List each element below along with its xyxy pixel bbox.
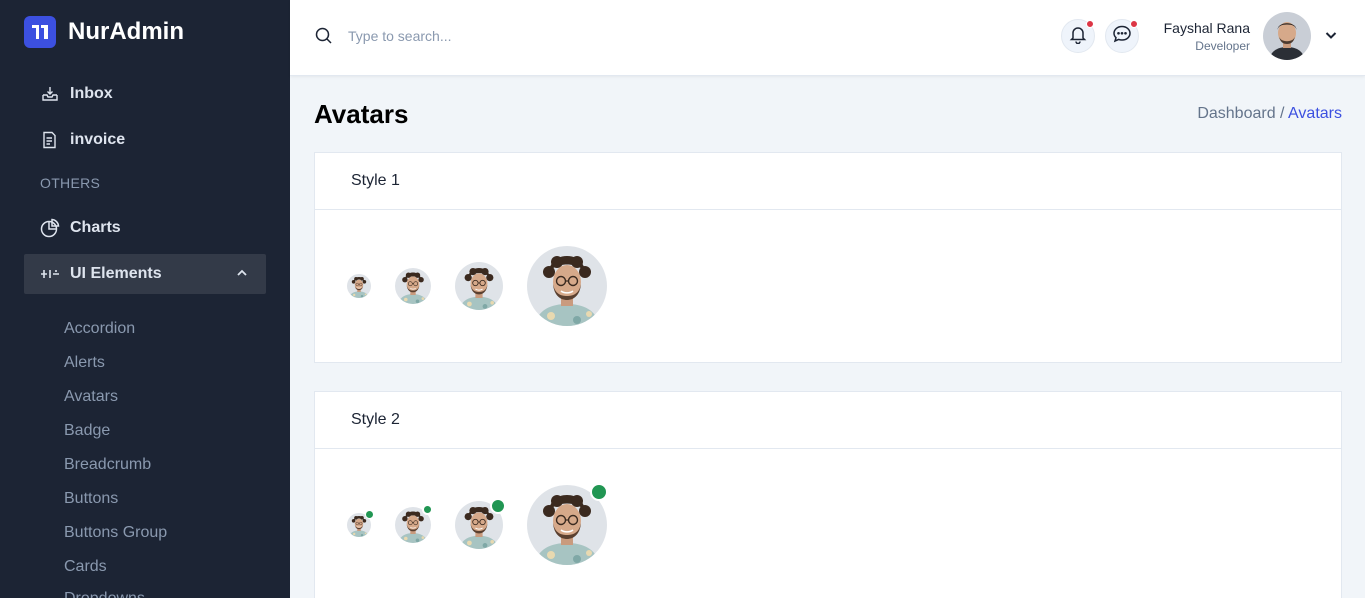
brand-logo-icon bbox=[24, 16, 56, 48]
chevron-up-icon[interactable] bbox=[236, 266, 248, 284]
user-name[interactable]: Fayshal Rana bbox=[1164, 20, 1250, 36]
notification-button[interactable] bbox=[1061, 19, 1095, 53]
invoice-icon bbox=[40, 130, 60, 150]
sidebar-item-ui-elements[interactable]: UI Elements bbox=[24, 254, 266, 294]
chat-icon bbox=[1112, 24, 1132, 49]
inbox-icon bbox=[40, 84, 60, 104]
breadcrumb-dashboard-link[interactable]: Dashboard / bbox=[1197, 105, 1284, 122]
sidebar-item-label: Charts bbox=[70, 219, 121, 236]
sidebar-item-inbox[interactable]: Inbox bbox=[24, 74, 266, 114]
avatar-md-online bbox=[455, 498, 506, 549]
sidebar-section-title: OTHERS bbox=[40, 175, 101, 191]
avatar-row bbox=[315, 210, 1341, 362]
sidebar: NurAdmin Inbox invoice OTHERS Charts UI … bbox=[0, 0, 290, 598]
submenu-item-buttons-group[interactable]: Buttons Group bbox=[64, 524, 167, 542]
submenu-item-accordion[interactable]: Accordion bbox=[64, 320, 135, 338]
avatar-md bbox=[455, 262, 503, 310]
submenu-item-alerts[interactable]: Alerts bbox=[64, 354, 105, 372]
avatar-xs-online bbox=[347, 510, 374, 537]
top-header: Fayshal Rana Developer bbox=[290, 0, 1365, 76]
submenu-item-dropdowns[interactable]: Dropdowns bbox=[64, 590, 145, 598]
avatar-card-style-2: Style 2 bbox=[314, 391, 1342, 598]
avatar-xs bbox=[347, 274, 371, 298]
brand[interactable]: NurAdmin bbox=[24, 16, 184, 48]
online-status-dot bbox=[365, 510, 374, 519]
breadcrumb: Dashboard / Avatars bbox=[1197, 105, 1342, 123]
sidebar-item-label: Inbox bbox=[70, 85, 113, 102]
submenu-item-badge[interactable]: Badge bbox=[64, 422, 110, 440]
avatar-sm bbox=[395, 268, 431, 304]
avatar-lg-online bbox=[527, 483, 608, 565]
sliders-icon bbox=[40, 264, 60, 284]
user-avatar[interactable] bbox=[1263, 12, 1311, 60]
sidebar-item-label: invoice bbox=[70, 131, 126, 148]
avatar-sm-online bbox=[395, 504, 433, 543]
brand-name: NurAdmin bbox=[68, 18, 184, 45]
avatar-lg bbox=[527, 246, 607, 326]
user-role: Developer bbox=[1195, 39, 1250, 53]
avatar-row bbox=[315, 449, 1341, 598]
search-input[interactable] bbox=[348, 24, 648, 48]
breadcrumb-current: Avatars bbox=[1288, 105, 1342, 122]
sidebar-item-label: UI Elements bbox=[70, 265, 162, 282]
chevron-down-icon[interactable] bbox=[1324, 28, 1338, 47]
online-status-dot bbox=[422, 504, 433, 515]
messages-button[interactable] bbox=[1105, 19, 1139, 53]
sidebar-item-invoice[interactable]: invoice bbox=[24, 120, 266, 160]
pie-chart-icon bbox=[40, 218, 60, 238]
submenu-item-cards[interactable]: Cards bbox=[64, 558, 107, 576]
search-icon[interactable] bbox=[314, 26, 334, 46]
submenu-item-buttons[interactable]: Buttons bbox=[64, 490, 118, 508]
card-title: Style 1 bbox=[315, 153, 1341, 210]
sidebar-item-charts[interactable]: Charts bbox=[24, 208, 266, 248]
bell-icon bbox=[1068, 24, 1088, 49]
message-dot bbox=[1130, 20, 1138, 28]
online-status-dot bbox=[590, 483, 608, 501]
submenu-item-breadcrumb[interactable]: Breadcrumb bbox=[64, 456, 151, 474]
online-status-dot bbox=[490, 498, 506, 514]
card-title: Style 2 bbox=[315, 392, 1341, 449]
notification-dot bbox=[1086, 20, 1094, 28]
page-title: Avatars bbox=[314, 99, 409, 129]
submenu-item-avatars[interactable]: Avatars bbox=[64, 388, 118, 406]
avatar-card-style-1: Style 1 bbox=[314, 152, 1342, 363]
